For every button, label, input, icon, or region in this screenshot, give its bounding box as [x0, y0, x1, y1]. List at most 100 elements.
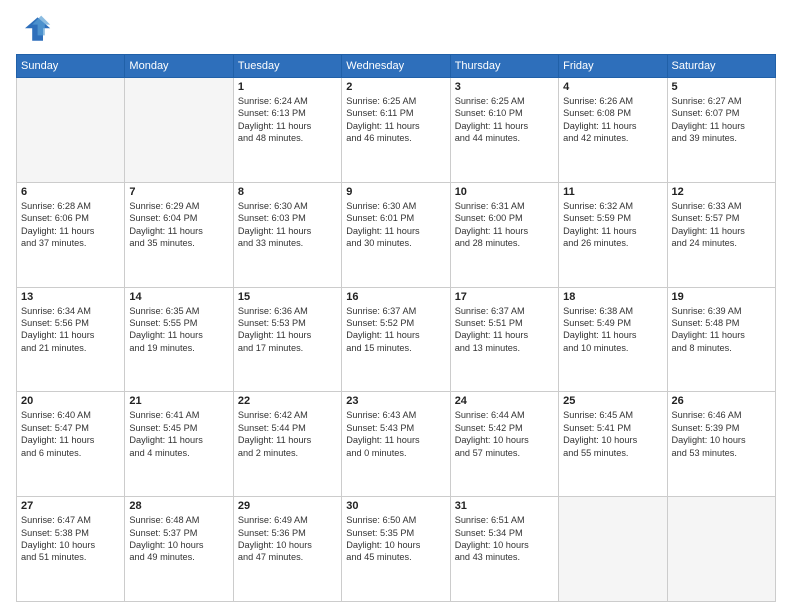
day-info: Sunrise: 6:45 AM Sunset: 5:41 PM Dayligh… — [563, 409, 662, 459]
calendar-cell — [125, 78, 233, 183]
day-number: 20 — [21, 395, 120, 407]
logo-icon — [16, 12, 52, 48]
calendar-cell: 29 Sunrise: 6:49 AM Sunset: 5:36 PM Dayli… — [233, 497, 341, 602]
weekday-header: Sunday — [17, 55, 125, 78]
day-info: Sunrise: 6:43 AM Sunset: 5:43 PM Dayligh… — [346, 409, 445, 459]
day-number: 24 — [455, 395, 554, 407]
day-number: 29 — [238, 500, 337, 512]
calendar-week-row: 13 Sunrise: 6:34 AM Sunset: 5:56 PM Dayli… — [17, 287, 776, 392]
calendar-cell — [667, 497, 775, 602]
calendar-cell: 5Sunrise: 6:27 AM Sunset: 6:07 PM Daylig… — [667, 78, 775, 183]
header — [16, 12, 776, 48]
day-number: 27 — [21, 500, 120, 512]
day-number: 19 — [672, 291, 771, 303]
calendar-cell: 1 Sunrise: 6:24 AM Sunset: 6:13 PM Daylig… — [233, 78, 341, 183]
calendar-week-row: 1 Sunrise: 6:24 AM Sunset: 6:13 PM Daylig… — [17, 78, 776, 183]
day-number: 31 — [455, 500, 554, 512]
day-info: Sunrise: 6:51 AM Sunset: 5:34 PM Dayligh… — [455, 514, 554, 564]
calendar-cell: 20 Sunrise: 6:40 AM Sunset: 5:47 PM Dayli… — [17, 392, 125, 497]
calendar-cell: 4 Sunrise: 6:26 AM Sunset: 6:08 PM Daylig… — [559, 78, 667, 183]
day-info: Sunrise: 6:29 AM Sunset: 6:04 PM Dayligh… — [129, 200, 228, 250]
day-number: 6 — [21, 186, 120, 198]
day-info: Sunrise: 6:32 AM Sunset: 5:59 PM Dayligh… — [563, 200, 662, 250]
day-info: Sunrise: 6:42 AM Sunset: 5:44 PM Dayligh… — [238, 409, 337, 459]
day-info: Sunrise: 6:26 AM Sunset: 6:08 PM Dayligh… — [563, 95, 662, 145]
day-number: 8 — [238, 186, 337, 198]
day-info: Sunrise: 6:48 AM Sunset: 5:37 PM Dayligh… — [129, 514, 228, 564]
day-number: 16 — [346, 291, 445, 303]
calendar-week-row: 6 Sunrise: 6:28 AM Sunset: 6:06 PM Daylig… — [17, 182, 776, 287]
day-info: Sunrise: 6:30 AM Sunset: 6:01 PM Dayligh… — [346, 200, 445, 250]
day-info: Sunrise: 6:50 AM Sunset: 5:35 PM Dayligh… — [346, 514, 445, 564]
day-info: Sunrise: 6:41 AM Sunset: 5:45 PM Dayligh… — [129, 409, 228, 459]
calendar-cell: 14 Sunrise: 6:35 AM Sunset: 5:55 PM Dayli… — [125, 287, 233, 392]
day-info: Sunrise: 6:31 AM Sunset: 6:00 PM Dayligh… — [455, 200, 554, 250]
calendar-cell: 25 Sunrise: 6:45 AM Sunset: 5:41 PM Dayli… — [559, 392, 667, 497]
day-info: Sunrise: 6:49 AM Sunset: 5:36 PM Dayligh… — [238, 514, 337, 564]
weekday-header: Saturday — [667, 55, 775, 78]
weekday-header: Thursday — [450, 55, 558, 78]
day-info: Sunrise: 6:34 AM Sunset: 5:56 PM Dayligh… — [21, 305, 120, 355]
day-number: 26 — [672, 395, 771, 407]
calendar-cell: 6 Sunrise: 6:28 AM Sunset: 6:06 PM Daylig… — [17, 182, 125, 287]
day-info: Sunrise: 6:38 AM Sunset: 5:49 PM Dayligh… — [563, 305, 662, 355]
day-number: 14 — [129, 291, 228, 303]
calendar-cell: 27 Sunrise: 6:47 AM Sunset: 5:38 PM Dayli… — [17, 497, 125, 602]
day-info: Sunrise: 6:44 AM Sunset: 5:42 PM Dayligh… — [455, 409, 554, 459]
day-info: Sunrise: 6:39 AM Sunset: 5:48 PM Dayligh… — [672, 305, 771, 355]
logo — [16, 12, 56, 48]
day-number: 11 — [563, 186, 662, 198]
day-number: 15 — [238, 291, 337, 303]
day-number: 10 — [455, 186, 554, 198]
calendar-cell: 16 Sunrise: 6:37 AM Sunset: 5:52 PM Dayli… — [342, 287, 450, 392]
day-info: Sunrise: 6:33 AM Sunset: 5:57 PM Dayligh… — [672, 200, 771, 250]
day-number: 22 — [238, 395, 337, 407]
day-number: 18 — [563, 291, 662, 303]
day-info: Sunrise: 6:27 AM Sunset: 6:07 PM Dayligh… — [672, 95, 771, 145]
calendar-cell: 28 Sunrise: 6:48 AM Sunset: 5:37 PM Dayli… — [125, 497, 233, 602]
calendar-week-row: 20 Sunrise: 6:40 AM Sunset: 5:47 PM Dayli… — [17, 392, 776, 497]
calendar-week-row: 27 Sunrise: 6:47 AM Sunset: 5:38 PM Dayli… — [17, 497, 776, 602]
day-info: Sunrise: 6:25 AM Sunset: 6:11 PM Dayligh… — [346, 95, 445, 145]
calendar-cell: 19 Sunrise: 6:39 AM Sunset: 5:48 PM Dayli… — [667, 287, 775, 392]
calendar-cell: 13 Sunrise: 6:34 AM Sunset: 5:56 PM Dayli… — [17, 287, 125, 392]
calendar-cell: 18 Sunrise: 6:38 AM Sunset: 5:49 PM Dayli… — [559, 287, 667, 392]
calendar-cell: 2 Sunrise: 6:25 AM Sunset: 6:11 PM Daylig… — [342, 78, 450, 183]
calendar-cell: 17 Sunrise: 6:37 AM Sunset: 5:51 PM Dayli… — [450, 287, 558, 392]
weekday-header: Friday — [559, 55, 667, 78]
calendar-table: SundayMondayTuesdayWednesdayThursdayFrid… — [16, 54, 776, 602]
day-info: Sunrise: 6:25 AM Sunset: 6:10 PM Dayligh… — [455, 95, 554, 145]
calendar-cell: 9Sunrise: 6:30 AM Sunset: 6:01 PM Daylig… — [342, 182, 450, 287]
day-number: 30 — [346, 500, 445, 512]
day-number: 3 — [455, 81, 554, 93]
calendar-cell: 23 Sunrise: 6:43 AM Sunset: 5:43 PM Dayli… — [342, 392, 450, 497]
day-number: 17 — [455, 291, 554, 303]
day-info: Sunrise: 6:47 AM Sunset: 5:38 PM Dayligh… — [21, 514, 120, 564]
calendar-cell: 8 Sunrise: 6:30 AM Sunset: 6:03 PM Daylig… — [233, 182, 341, 287]
day-number: 23 — [346, 395, 445, 407]
calendar-cell: 7 Sunrise: 6:29 AM Sunset: 6:04 PM Daylig… — [125, 182, 233, 287]
day-info: Sunrise: 6:35 AM Sunset: 5:55 PM Dayligh… — [129, 305, 228, 355]
calendar-cell: 10 Sunrise: 6:31 AM Sunset: 6:00 PM Dayli… — [450, 182, 558, 287]
day-number: 1 — [238, 81, 337, 93]
calendar-cell: 11 Sunrise: 6:32 AM Sunset: 5:59 PM Dayli… — [559, 182, 667, 287]
day-info: Sunrise: 6:24 AM Sunset: 6:13 PM Dayligh… — [238, 95, 337, 145]
calendar-header-row: SundayMondayTuesdayWednesdayThursdayFrid… — [17, 55, 776, 78]
day-number: 28 — [129, 500, 228, 512]
day-info: Sunrise: 6:37 AM Sunset: 5:52 PM Dayligh… — [346, 305, 445, 355]
page: SundayMondayTuesdayWednesdayThursdayFrid… — [0, 0, 792, 612]
day-number: 4 — [563, 81, 662, 93]
day-info: Sunrise: 6:40 AM Sunset: 5:47 PM Dayligh… — [21, 409, 120, 459]
day-info: Sunrise: 6:30 AM Sunset: 6:03 PM Dayligh… — [238, 200, 337, 250]
calendar-cell: 3 Sunrise: 6:25 AM Sunset: 6:10 PM Daylig… — [450, 78, 558, 183]
day-info: Sunrise: 6:28 AM Sunset: 6:06 PM Dayligh… — [21, 200, 120, 250]
day-number: 7 — [129, 186, 228, 198]
day-number: 25 — [563, 395, 662, 407]
day-number: 13 — [21, 291, 120, 303]
calendar-cell: 21Sunrise: 6:41 AM Sunset: 5:45 PM Dayli… — [125, 392, 233, 497]
day-info: Sunrise: 6:46 AM Sunset: 5:39 PM Dayligh… — [672, 409, 771, 459]
day-number: 2 — [346, 81, 445, 93]
calendar-cell: 30 Sunrise: 6:50 AM Sunset: 5:35 PM Dayli… — [342, 497, 450, 602]
day-info: Sunrise: 6:37 AM Sunset: 5:51 PM Dayligh… — [455, 305, 554, 355]
calendar-cell: 31 Sunrise: 6:51 AM Sunset: 5:34 PM Dayli… — [450, 497, 558, 602]
